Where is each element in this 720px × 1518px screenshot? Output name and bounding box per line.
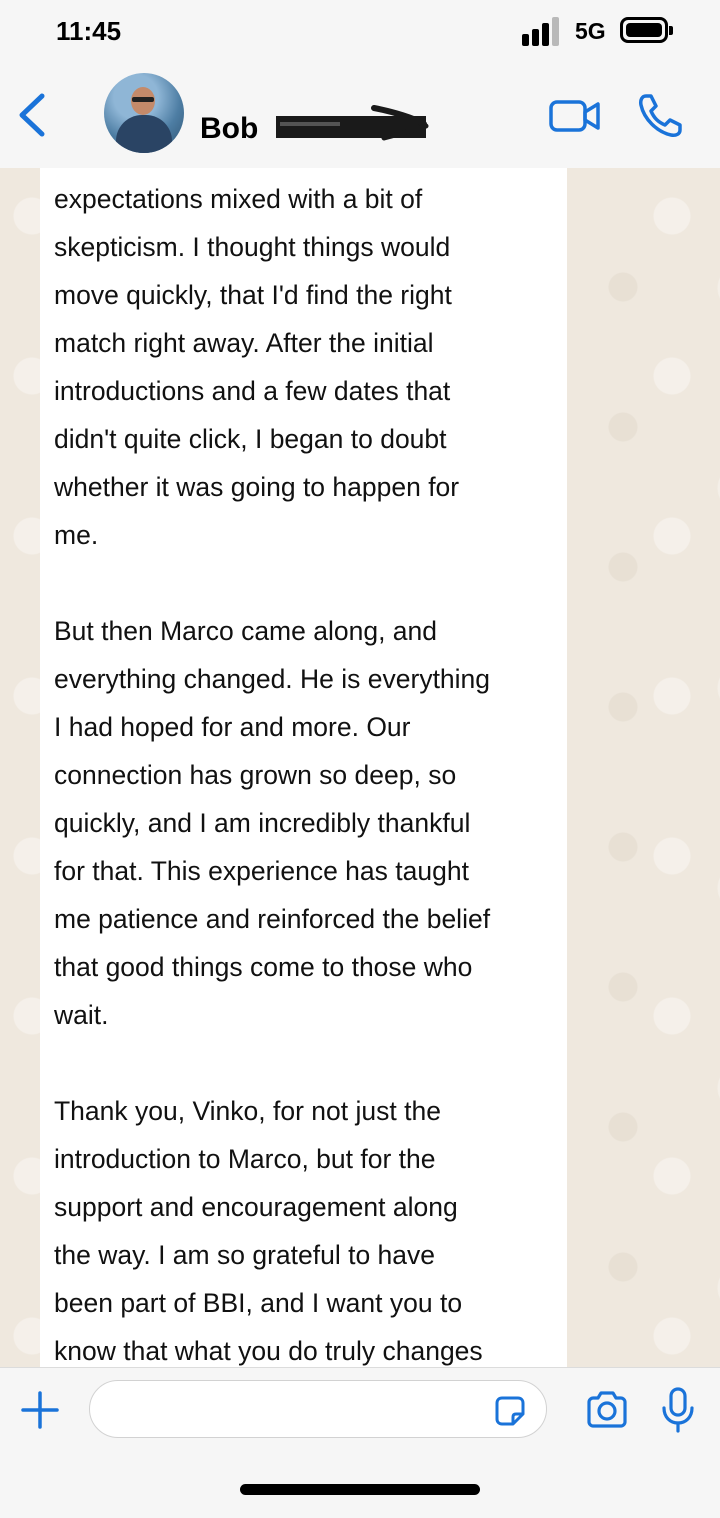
status-bar: 11:45 5G — [0, 0, 720, 62]
attach-button[interactable] — [20, 1390, 60, 1430]
camera-icon — [587, 1391, 627, 1428]
chat-header: Bob — [0, 62, 720, 168]
network-type: 5G — [575, 18, 606, 44]
input-bar — [0, 1367, 720, 1518]
chevron-left-icon — [19, 93, 45, 137]
message-input[interactable] — [89, 1380, 547, 1438]
sticker-button[interactable] — [494, 1395, 526, 1427]
signal-strength-icon — [522, 16, 568, 46]
battery-icon — [620, 17, 673, 43]
avatar[interactable] — [104, 73, 184, 153]
contact-name[interactable]: Bob — [200, 112, 258, 146]
sticker-icon — [495, 1396, 525, 1426]
plus-icon — [21, 1391, 59, 1429]
home-indicator — [240, 1484, 480, 1495]
message-text: expectations mixed with a bit of skeptic… — [54, 184, 491, 1366]
camera-button[interactable] — [585, 1390, 629, 1430]
back-button[interactable] — [14, 92, 50, 138]
voice-call-button[interactable] — [636, 92, 684, 140]
video-call-button[interactable] — [548, 96, 602, 136]
message-bubble: expectations mixed with a bit of skeptic… — [40, 168, 567, 1368]
redaction-scribble-icon — [276, 105, 429, 141]
phone-icon — [639, 94, 682, 137]
status-time: 11:45 — [56, 16, 122, 46]
video-camera-icon — [549, 100, 600, 132]
microphone-icon — [662, 1387, 694, 1433]
microphone-button[interactable] — [660, 1386, 696, 1434]
